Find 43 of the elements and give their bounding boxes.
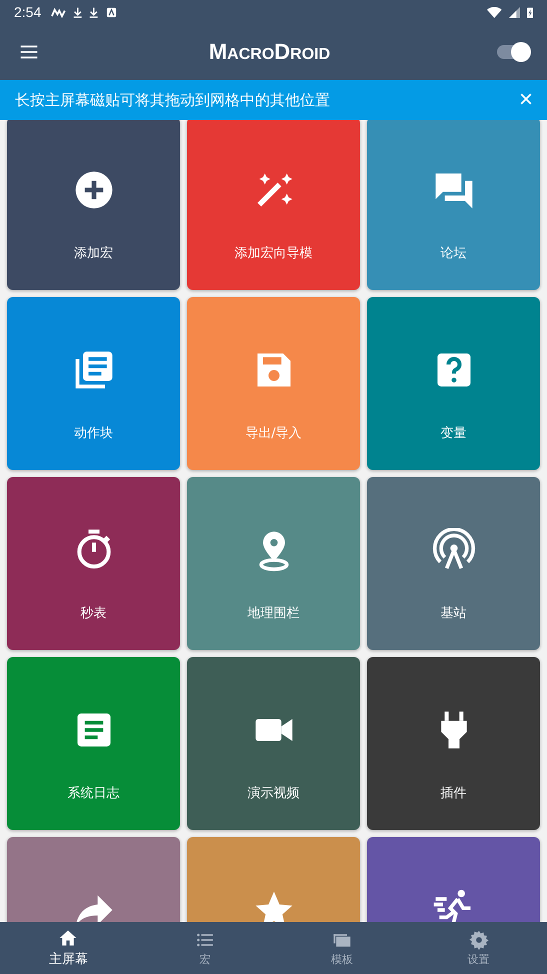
- tile-label: 地理围栏: [248, 605, 300, 622]
- tile[interactable]: 插件: [367, 657, 540, 830]
- tile[interactable]: 导出/导入: [187, 297, 360, 470]
- nav-tab[interactable]: 设置: [410, 922, 547, 974]
- tile-label: 秒表: [80, 605, 106, 622]
- tile[interactable]: 添加宏: [7, 120, 180, 290]
- tile[interactable]: 秒表: [7, 477, 180, 650]
- tile[interactable]: 系统日志: [7, 657, 180, 830]
- battery-charging-icon: [526, 6, 533, 18]
- download-icon: [89, 6, 99, 18]
- nav-tab[interactable]: 宏: [136, 922, 274, 974]
- tile[interactable]: 添加宏向导模: [187, 120, 360, 290]
- app-notification-icon: [106, 6, 117, 18]
- antenna-icon: [432, 528, 476, 572]
- tile-label: 基站: [440, 605, 466, 622]
- tile[interactable]: 变量: [367, 297, 540, 470]
- tile[interactable]: 演示视频: [187, 657, 360, 830]
- app-title: MACRODROID: [208, 39, 330, 65]
- tile[interactable]: 地理围栏: [187, 477, 360, 650]
- tile[interactable]: 基站: [367, 477, 540, 650]
- toggle-switch[interactable]: [494, 40, 531, 64]
- tile-label: 添加宏向导模: [234, 245, 312, 262]
- home-icon: [58, 928, 78, 948]
- tile[interactable]: 动作块: [7, 297, 180, 470]
- nav-tab[interactable]: 模板: [274, 922, 410, 974]
- tile-label: 变量: [440, 425, 466, 442]
- signal-icon: [508, 6, 520, 18]
- tile-label: 插件: [440, 785, 466, 802]
- download-icon: [72, 6, 82, 18]
- tile-label: 论坛: [440, 245, 466, 262]
- tile-label: 演示视频: [248, 785, 300, 802]
- tile-label: 添加宏: [74, 245, 113, 262]
- app-notification-icon: [51, 6, 66, 18]
- settings-icon: [468, 930, 489, 950]
- wifi-icon: [487, 6, 502, 18]
- tile-label: 系统日志: [68, 785, 120, 802]
- tile[interactable]: 论坛: [367, 120, 540, 290]
- hint-text: 长按主屏幕磁贴可将其拖动到网格中的其他位置: [15, 90, 330, 110]
- close-button[interactable]: ×: [514, 88, 537, 112]
- tile-label: 导出/导入: [245, 425, 302, 442]
- nav-tab[interactable]: 主屏幕: [0, 922, 137, 974]
- tile-label: 动作块: [74, 425, 113, 442]
- clock: 2:54: [14, 4, 42, 20]
